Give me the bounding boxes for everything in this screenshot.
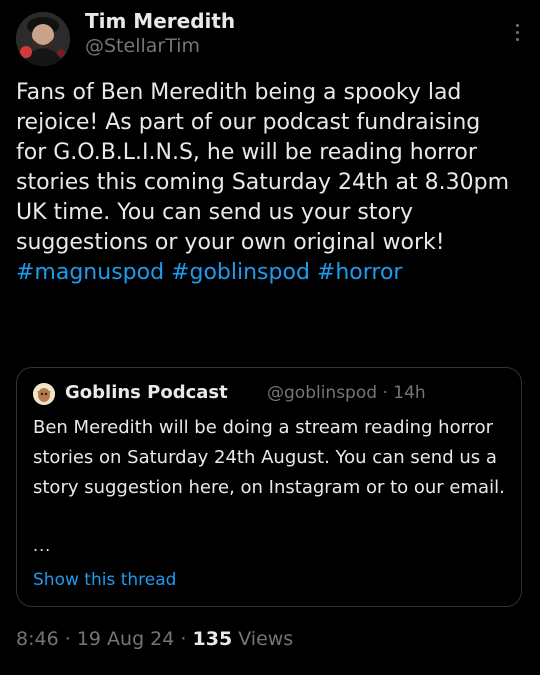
views-count[interactable]: 135	[193, 628, 233, 650]
hashtag-goblinspod[interactable]: #goblinspod	[171, 260, 310, 285]
avatar[interactable]	[16, 12, 70, 66]
tweet[interactable]: Tim Meredith @StellarTim Fans of Ben Mer…	[0, 0, 540, 675]
quote-author-handle[interactable]: @goblinspod	[267, 383, 377, 403]
tweet-text: Fans of Ben Meredith being a spooky lad …	[16, 78, 516, 288]
author-handle[interactable]: @StellarTim	[85, 35, 200, 57]
tweet-body: Fans of Ben Meredith being a spooky lad …	[16, 80, 510, 255]
quote-separator: ·	[382, 383, 388, 403]
author-name[interactable]: Tim Meredith	[85, 9, 235, 33]
tweet-date[interactable]: 19 Aug 24	[77, 628, 175, 650]
show-thread-link[interactable]: Show this thread	[33, 570, 176, 590]
footer-separator: ·	[64, 628, 71, 650]
views-label[interactable]: Views	[238, 628, 293, 650]
tweet-time[interactable]: 8:46	[16, 628, 59, 650]
quote-ellipsis: ...	[33, 536, 52, 555]
quote-author-name[interactable]: Goblins Podcast	[65, 382, 228, 403]
quote-tweet-card[interactable]: Goblins Podcast @goblinspod · 14h Ben Me…	[16, 367, 522, 607]
hashtag-horror[interactable]: #horror	[317, 260, 403, 285]
hashtag-magnuspod[interactable]: #magnuspod	[16, 260, 164, 285]
tweet-footer: 8:46 · 19 Aug 24 · 135 Views	[16, 628, 293, 650]
footer-separator: ·	[180, 628, 187, 650]
quote-meta: @goblinspod · 14h	[267, 383, 426, 403]
quote-time[interactable]: 14h	[393, 383, 425, 403]
quote-text: Ben Meredith will be doing a stream read…	[33, 417, 505, 498]
more-options-icon[interactable]	[514, 24, 520, 46]
quote-avatar[interactable]	[33, 383, 55, 405]
